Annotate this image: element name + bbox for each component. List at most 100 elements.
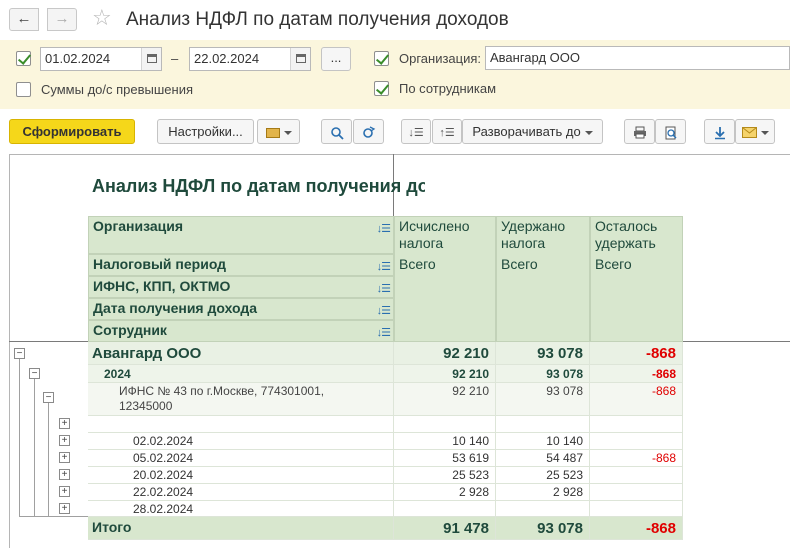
search-button[interactable] (321, 119, 352, 144)
calendar-icon[interactable] (290, 48, 310, 70)
search-next-icon (362, 125, 375, 138)
by-employees-checkbox[interactable] (374, 81, 389, 96)
print-icon (633, 126, 646, 139)
header-ifns: ИФНС, КПП, ОКТМО ↓☰ (88, 276, 394, 298)
back-button[interactable]: ← (9, 8, 39, 31)
org-label: Организация: (399, 51, 482, 66)
org-checkbox[interactable] (374, 51, 389, 66)
sort-icon[interactable]: ↓☰ (377, 221, 391, 238)
window-title: Анализ НДФЛ по датам получения доходов (126, 9, 509, 30)
header-calculated-sub: Всего (399, 256, 436, 272)
withheld-cell: 54 487 (496, 450, 590, 467)
date-cell: 28.02.2024 (88, 501, 394, 517)
period-select-button[interactable]: ... (321, 47, 351, 71)
remaining-cell (590, 467, 683, 484)
table-row-date[interactable]: 02.02.2024 10 140 10 140 (88, 433, 683, 450)
remaining-cell: -868 (590, 365, 683, 383)
collapse-icon[interactable]: − (43, 392, 54, 403)
expand-icon[interactable]: + (59, 486, 70, 497)
send-mail-button[interactable] (735, 119, 775, 144)
ifns-line-1: ИФНС № 43 по г.Москве, 774301001, (119, 384, 325, 398)
calculated-cell: 92 210 (394, 342, 496, 365)
ifns-cell: ИФНС № 43 по г.Москве, 774301001, 123450… (88, 383, 394, 416)
sort-icon[interactable]: ↓☰ (377, 303, 391, 320)
expand-icon[interactable]: + (59, 452, 70, 463)
preview-button[interactable] (655, 119, 686, 144)
find-next-button[interactable] (353, 119, 384, 144)
table-row-date[interactable]: 28.02.2024 (88, 501, 683, 517)
header-remaining: Осталось удержать Всего (590, 216, 683, 342)
sort-asc-icon: ↑☰ (439, 127, 455, 139)
withheld-cell: 2 928 (496, 484, 590, 501)
ifns-line-2: 12345000 (119, 399, 173, 413)
save-button[interactable] (704, 119, 735, 144)
expand-icon[interactable]: + (59, 503, 70, 514)
arrow-left-icon: ← (16, 10, 32, 27)
sort-desc-button[interactable]: ↓☰ (401, 119, 431, 144)
table-row-total[interactable]: Итого 91 478 93 078 -868 (88, 517, 683, 540)
table-row-date[interactable]: 22.02.2024 2 928 2 928 (88, 484, 683, 501)
calendar-icon[interactable] (141, 48, 161, 70)
table-row-date[interactable]: 05.02.2024 53 619 54 487 -868 (88, 450, 683, 467)
date-from-field[interactable]: 01.02.2024 (40, 47, 162, 71)
header-tax-period: Налоговый период ↓☰ (88, 254, 394, 276)
sort-icon[interactable]: ↓☰ (377, 325, 391, 342)
title-bar: ← → ☆ Анализ НДФЛ по датам получения дох… (0, 0, 790, 40)
generate-button[interactable]: Сформировать (9, 119, 135, 144)
withheld-cell: 93 078 (496, 517, 590, 540)
table-row-organization[interactable]: Авангард ООО 92 210 93 078 -868 (88, 342, 683, 365)
sort-icon[interactable]: ↓☰ (377, 259, 391, 276)
remaining-cell: -868 (590, 517, 683, 540)
envelope-icon (741, 127, 757, 139)
date-to-field[interactable]: 22.02.2024 (189, 47, 311, 71)
withheld-cell: 93 078 (496, 365, 590, 383)
amounts-over-checkbox[interactable] (16, 82, 31, 97)
table-row-date[interactable]: 20.02.2024 25 523 25 523 (88, 467, 683, 484)
header-calculated: Исчислено налога Всего (394, 216, 496, 342)
date-from-value: 01.02.2024 (45, 51, 111, 66)
withheld-cell: 10 140 (496, 433, 590, 450)
folder-icon (265, 127, 280, 138)
remaining-cell (590, 501, 683, 517)
sort-icon[interactable]: ↓☰ (377, 281, 391, 298)
by-employees-label: По сотрудникам (399, 81, 497, 96)
header-organization: Организация ↓☰ (88, 216, 394, 254)
expand-icon[interactable]: + (59, 469, 70, 480)
tree-line (19, 359, 20, 517)
sort-asc-button[interactable]: ↑☰ (432, 119, 462, 144)
withheld-cell (496, 501, 590, 517)
variant-button[interactable] (257, 119, 300, 144)
header-calculated-label: Исчислено налога (399, 218, 470, 251)
settings-button[interactable]: Настройки... (157, 119, 254, 144)
table-row-ifns[interactable]: ИФНС № 43 по г.Москве, 774301001, 123450… (88, 383, 683, 416)
calculated-cell: 91 478 (394, 517, 496, 540)
collapse-icon[interactable]: − (14, 348, 25, 359)
withheld-cell: 25 523 (496, 467, 590, 484)
star-icon[interactable]: ☆ (92, 6, 112, 30)
tree-line (19, 516, 88, 517)
forward-button[interactable]: → (47, 8, 77, 31)
collapse-icon[interactable]: − (29, 368, 40, 379)
tree-line (34, 379, 35, 517)
date-cell: 05.02.2024 (88, 450, 394, 467)
table-row-empty[interactable] (88, 416, 683, 433)
header-employee: Сотрудник ↓☰ (88, 320, 394, 342)
amounts-over-label: Суммы до/с превышения (41, 82, 194, 97)
org-field[interactable]: Авангард ООО (485, 46, 790, 70)
year-cell: 2024 (88, 365, 394, 383)
withheld-cell: 93 078 (496, 383, 590, 416)
print-button[interactable] (624, 119, 655, 144)
remaining-cell: -868 (590, 450, 683, 467)
expand-to-button[interactable]: Разворачивать до (462, 119, 603, 144)
sort-desc-icon: ↓☰ (408, 127, 424, 139)
calculated-cell: 92 210 (394, 383, 496, 416)
calculated-cell: 53 619 (394, 450, 496, 467)
table-row-year[interactable]: 2024 92 210 93 078 -868 (88, 365, 683, 383)
search-icon (330, 126, 344, 140)
expand-to-label: Разворачивать до (472, 124, 581, 139)
expand-icon[interactable]: + (59, 418, 70, 429)
remaining-cell: -868 (590, 342, 683, 365)
period-checkbox[interactable] (16, 51, 31, 66)
expand-icon[interactable]: + (59, 435, 70, 446)
preview-icon (665, 126, 677, 140)
